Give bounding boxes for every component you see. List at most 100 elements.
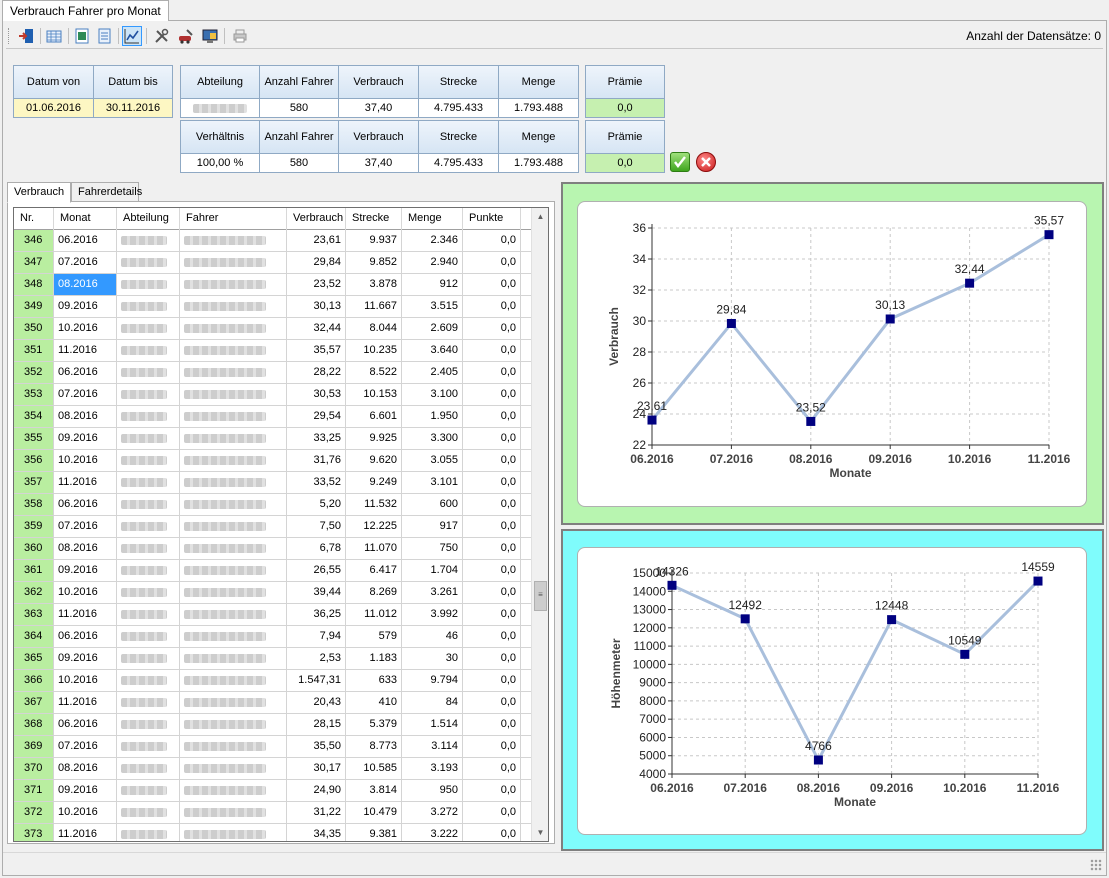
cell-abteilung[interactable] bbox=[117, 626, 180, 647]
cell-strecke[interactable]: 633 bbox=[346, 670, 402, 691]
cell-fahrer[interactable] bbox=[180, 494, 287, 515]
table-row[interactable]: 373 11.2016 34,35 9.381 3.222 0,0 bbox=[14, 824, 532, 841]
cell-menge[interactable]: 912 bbox=[402, 274, 463, 295]
table-row[interactable]: 372 10.2016 31,22 10.479 3.272 0,0 bbox=[14, 802, 532, 824]
scroll-up-arrow-icon[interactable]: ▲ bbox=[532, 208, 548, 225]
cell-verbrauch[interactable]: 29,54 bbox=[287, 406, 346, 427]
cell-nr[interactable]: 366 bbox=[14, 670, 54, 691]
cell-punkte[interactable]: 0,0 bbox=[463, 340, 521, 361]
cell-abteilung[interactable] bbox=[117, 560, 180, 581]
cell-strecke[interactable]: 11.667 bbox=[346, 296, 402, 317]
cell-verbrauch[interactable]: 23,52 bbox=[287, 274, 346, 295]
tools-icon[interactable] bbox=[152, 26, 172, 46]
cell-monat[interactable]: 09.2016 bbox=[54, 648, 117, 669]
cell-verbrauch[interactable]: 31,22 bbox=[287, 802, 346, 823]
cell-punkte[interactable]: 0,0 bbox=[463, 384, 521, 405]
cell-menge[interactable]: 3.055 bbox=[402, 450, 463, 471]
cell-abteilung[interactable] bbox=[117, 362, 180, 383]
cell-monat[interactable]: 09.2016 bbox=[54, 780, 117, 801]
cell-nr[interactable]: 350 bbox=[14, 318, 54, 339]
cell-menge[interactable]: 3.272 bbox=[402, 802, 463, 823]
cell-punkte[interactable]: 0,0 bbox=[463, 516, 521, 537]
cell-monat[interactable]: 07.2016 bbox=[54, 252, 117, 273]
cell-menge[interactable]: 84 bbox=[402, 692, 463, 713]
cell-abteilung[interactable] bbox=[117, 538, 180, 559]
cell-fahrer[interactable] bbox=[180, 538, 287, 559]
line-chart-icon[interactable] bbox=[122, 26, 142, 46]
cell-monat[interactable]: 11.2016 bbox=[54, 340, 117, 361]
cell-menge[interactable]: 46 bbox=[402, 626, 463, 647]
cell-nr[interactable]: 367 bbox=[14, 692, 54, 713]
table-row[interactable]: 349 09.2016 30,13 11.667 3.515 0,0 bbox=[14, 296, 532, 318]
cell-nr[interactable]: 352 bbox=[14, 362, 54, 383]
cell-fahrer[interactable] bbox=[180, 340, 287, 361]
cell-abteilung[interactable] bbox=[117, 670, 180, 691]
cell-menge[interactable]: 3.300 bbox=[402, 428, 463, 449]
cell-punkte[interactable]: 0,0 bbox=[463, 538, 521, 559]
cell-punkte[interactable]: 0,0 bbox=[463, 582, 521, 603]
table-row[interactable]: 355 09.2016 33,25 9.925 3.300 0,0 bbox=[14, 428, 532, 450]
cell-menge[interactable]: 2.609 bbox=[402, 318, 463, 339]
print-icon[interactable] bbox=[230, 26, 250, 46]
cell-abteilung[interactable] bbox=[117, 758, 180, 779]
cell-verbrauch[interactable]: 32,44 bbox=[287, 318, 346, 339]
table-row[interactable]: 354 08.2016 29,54 6.601 1.950 0,0 bbox=[14, 406, 532, 428]
table-row[interactable]: 366 10.2016 1.547,31 633 9.794 0,0 bbox=[14, 670, 532, 692]
cell-punkte[interactable]: 0,0 bbox=[463, 494, 521, 515]
cell-monat[interactable]: 11.2016 bbox=[54, 824, 117, 841]
cell-monat[interactable]: 11.2016 bbox=[54, 472, 117, 493]
cell-monat[interactable]: 09.2016 bbox=[54, 296, 117, 317]
cell-menge[interactable]: 3.100 bbox=[402, 384, 463, 405]
cell-nr[interactable]: 369 bbox=[14, 736, 54, 757]
column-header-strecke[interactable]: Strecke bbox=[346, 208, 402, 230]
cell-verbrauch[interactable]: 6,78 bbox=[287, 538, 346, 559]
cell-fahrer[interactable] bbox=[180, 450, 287, 471]
column-header-menge[interactable]: Menge bbox=[402, 208, 463, 230]
cell-fahrer[interactable] bbox=[180, 824, 287, 841]
datum-bis-field[interactable]: 30.11.2016 bbox=[93, 98, 173, 118]
cell-monat[interactable]: 09.2016 bbox=[54, 560, 117, 581]
cell-monat[interactable]: 10.2016 bbox=[54, 670, 117, 691]
cell-punkte[interactable]: 0,0 bbox=[463, 648, 521, 669]
cell-nr[interactable]: 364 bbox=[14, 626, 54, 647]
cell-fahrer[interactable] bbox=[180, 714, 287, 735]
table-row[interactable]: 370 08.2016 30,17 10.585 3.193 0,0 bbox=[14, 758, 532, 780]
cell-punkte[interactable]: 0,0 bbox=[463, 714, 521, 735]
cell-menge[interactable]: 3.101 bbox=[402, 472, 463, 493]
cell-strecke[interactable]: 8.522 bbox=[346, 362, 402, 383]
cell-strecke[interactable]: 9.249 bbox=[346, 472, 402, 493]
cell-menge[interactable]: 750 bbox=[402, 538, 463, 559]
cell-strecke[interactable]: 10.479 bbox=[346, 802, 402, 823]
cell-monat[interactable]: 10.2016 bbox=[54, 802, 117, 823]
cell-fahrer[interactable] bbox=[180, 472, 287, 493]
cell-fahrer[interactable] bbox=[180, 252, 287, 273]
cell-fahrer[interactable] bbox=[180, 670, 287, 691]
cell-nr[interactable]: 358 bbox=[14, 494, 54, 515]
cell-nr[interactable]: 356 bbox=[14, 450, 54, 471]
car-settings-icon[interactable] bbox=[176, 26, 196, 46]
cell-verbrauch[interactable]: 33,25 bbox=[287, 428, 346, 449]
cell-nr[interactable]: 373 bbox=[14, 824, 54, 841]
column-header-abteilung[interactable]: Abteilung bbox=[117, 208, 180, 230]
cell-strecke[interactable]: 5.379 bbox=[346, 714, 402, 735]
cell-abteilung[interactable] bbox=[117, 802, 180, 823]
cell-monat[interactable]: 07.2016 bbox=[54, 516, 117, 537]
cell-punkte[interactable]: 0,0 bbox=[463, 406, 521, 427]
table-grid-icon[interactable] bbox=[44, 26, 64, 46]
cell-punkte[interactable]: 0,0 bbox=[463, 274, 521, 295]
cell-monat[interactable]: 10.2016 bbox=[54, 582, 117, 603]
table-row[interactable]: 353 07.2016 30,53 10.153 3.100 0,0 bbox=[14, 384, 532, 406]
cell-nr[interactable]: 361 bbox=[14, 560, 54, 581]
table-row[interactable]: 361 09.2016 26,55 6.417 1.704 0,0 bbox=[14, 560, 532, 582]
cell-menge[interactable]: 3.515 bbox=[402, 296, 463, 317]
cell-monat[interactable]: 10.2016 bbox=[54, 318, 117, 339]
cell-verbrauch[interactable]: 39,44 bbox=[287, 582, 346, 603]
column-header-nr[interactable]: Nr. bbox=[14, 208, 54, 230]
cell-strecke[interactable]: 9.852 bbox=[346, 252, 402, 273]
cell-monat[interactable]: 08.2016 bbox=[54, 406, 117, 427]
cell-verbrauch[interactable]: 36,25 bbox=[287, 604, 346, 625]
cell-menge[interactable]: 1.514 bbox=[402, 714, 463, 735]
cell-menge[interactable]: 917 bbox=[402, 516, 463, 537]
cell-strecke[interactable]: 11.070 bbox=[346, 538, 402, 559]
cell-menge[interactable]: 30 bbox=[402, 648, 463, 669]
